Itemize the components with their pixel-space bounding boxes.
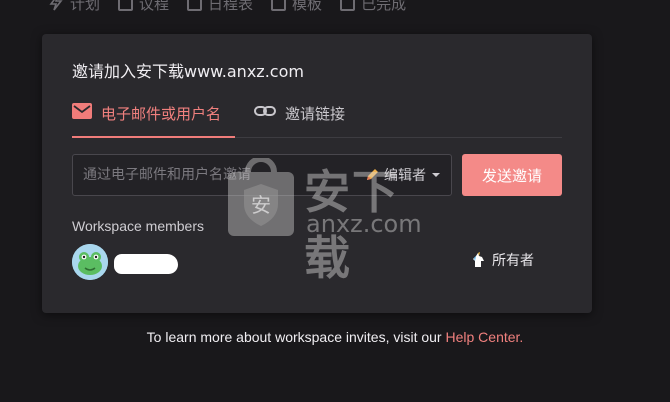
tab-link-label: 邀请链接 [285, 105, 346, 123]
footer-text: To learn more about workspace invites, v… [146, 329, 442, 345]
help-center-link[interactable]: Help Center. [445, 329, 523, 345]
mail-icon [72, 103, 92, 119]
invite-modal: 邀请加入安下载www.anxz.com 电子邮件或用户名 邀请链接 通过电子邮件… [42, 34, 592, 313]
tab-email-or-username[interactable]: 电子邮件或用户名 [72, 100, 235, 138]
send-invite-button[interactable]: 发送邀请 [462, 154, 562, 196]
tab-completed[interactable]: 已完成 [340, 0, 406, 14]
tab-email-label: 电子邮件或用户名 [101, 105, 222, 123]
tab-completed-label: 已完成 [361, 0, 407, 13]
tab-agenda-label: 议程 [139, 0, 170, 13]
bolt-icon [49, 0, 63, 11]
member-role: 所有者 [471, 250, 534, 270]
link-icon [254, 106, 276, 116]
tab-plan-label: 计划 [70, 0, 101, 13]
role-dropdown[interactable]: 编辑者 [365, 155, 441, 195]
tab-agenda[interactable]: 议程 [118, 0, 169, 14]
avatar [72, 244, 108, 280]
invite-field: 编辑者 [72, 154, 452, 196]
chevron-down-icon [432, 173, 440, 177]
calendar-icon [187, 0, 203, 11]
invite-row: 编辑者 发送邀请 [72, 154, 562, 196]
frog-avatar-icon [72, 244, 108, 280]
tab-templates[interactable]: 模板 [271, 0, 322, 14]
pencil-icon [367, 169, 378, 180]
top-tab-bar: 计划 议程 日程表 模板 已完成 [48, 0, 406, 16]
member-row: 所有者 [72, 242, 542, 280]
footer-help-text: To learn more about workspace invites, v… [0, 329, 670, 345]
tab-schedule-label: 日程表 [208, 0, 254, 13]
unicorn-icon [473, 252, 484, 267]
invite-method-tabs: 电子邮件或用户名 邀请链接 [72, 100, 562, 138]
members-label: Workspace members [72, 218, 205, 234]
tab-templates-label: 模板 [292, 0, 323, 13]
email-or-username-input[interactable] [83, 155, 343, 195]
app-window: 计划 议程 日程表 模板 已完成 邀请加入安下载www.anxz.com 电子邮… [0, 0, 670, 402]
member-name [114, 254, 178, 274]
tab-schedule[interactable]: 日程表 [187, 0, 253, 14]
member-role-label: 所有者 [492, 253, 534, 269]
role-dropdown-label: 编辑者 [384, 168, 426, 184]
tab-invite-link[interactable]: 邀请链接 [254, 100, 345, 138]
template-icon [271, 0, 287, 11]
tab-plan[interactable]: 计划 [48, 0, 100, 14]
check-box-icon [340, 0, 356, 11]
agenda-icon [118, 0, 134, 11]
modal-title: 邀请加入安下载www.anxz.com [72, 62, 304, 81]
